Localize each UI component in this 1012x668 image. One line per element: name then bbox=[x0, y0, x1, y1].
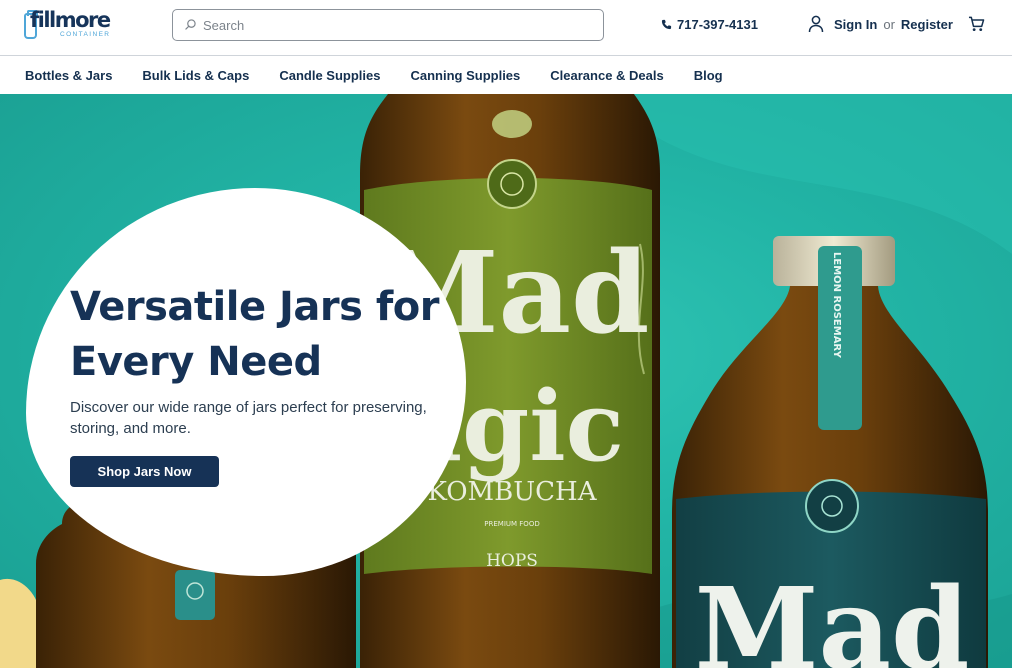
logo-subtext: CONTAINER bbox=[60, 31, 111, 38]
shop-jars-button[interactable]: Shop Jars Now bbox=[70, 456, 219, 487]
hero-banner: Mad agic KOMBUCHA PREMIUM FOOD HOPS LEMO… bbox=[0, 94, 1012, 668]
nav-item-bulk-lids-caps[interactable]: Bulk Lids & Caps bbox=[142, 68, 249, 83]
phone-icon bbox=[661, 19, 672, 30]
nav-item-candle-supplies[interactable]: Candle Supplies bbox=[279, 68, 380, 83]
sign-in-link[interactable]: Sign In bbox=[834, 17, 877, 32]
nav-item-canning-supplies[interactable]: Canning Supplies bbox=[410, 68, 520, 83]
hero-subtitle: Discover our wide range of jars perfect … bbox=[70, 399, 427, 437]
search-icon bbox=[185, 19, 196, 30]
or-separator: or bbox=[883, 16, 895, 32]
search-input[interactable] bbox=[203, 14, 593, 36]
search-box[interactable] bbox=[172, 9, 604, 41]
nav-list: Bottles & Jars Bulk Lids & Caps Candle S… bbox=[25, 68, 753, 83]
user-icon[interactable] bbox=[808, 15, 824, 33]
nav-item-clearance-deals[interactable]: Clearance & Deals bbox=[550, 68, 663, 83]
logo-wordmark: fillmore bbox=[30, 8, 111, 32]
account-links: Sign In or Register bbox=[808, 15, 953, 33]
label-brand-text-right: Mad bbox=[695, 564, 970, 668]
phone-link[interactable]: 717-397-4131 bbox=[661, 17, 758, 32]
hero-title: Versatile Jars for Every Need bbox=[70, 284, 439, 385]
label-fine-print: PREMIUM FOOD bbox=[484, 520, 539, 528]
label-flavor-text: HOPS bbox=[486, 551, 538, 571]
site-header: fillmore CONTAINER 717-397-4131 Sign In … bbox=[0, 0, 1012, 56]
site-logo[interactable]: fillmore CONTAINER bbox=[24, 8, 120, 41]
main-nav: Bottles & Jars Bulk Lids & Caps Candle S… bbox=[0, 56, 1012, 94]
cart-icon[interactable] bbox=[968, 16, 985, 32]
nav-item-bottles-jars[interactable]: Bottles & Jars bbox=[25, 68, 112, 83]
tag-text: LEMON ROSEMARY bbox=[831, 252, 842, 359]
label-product-text: KOMBUCHA bbox=[427, 477, 597, 507]
register-link[interactable]: Register bbox=[901, 17, 953, 32]
nav-item-blog[interactable]: Blog bbox=[694, 68, 723, 83]
phone-number: 717-397-4131 bbox=[677, 17, 758, 32]
